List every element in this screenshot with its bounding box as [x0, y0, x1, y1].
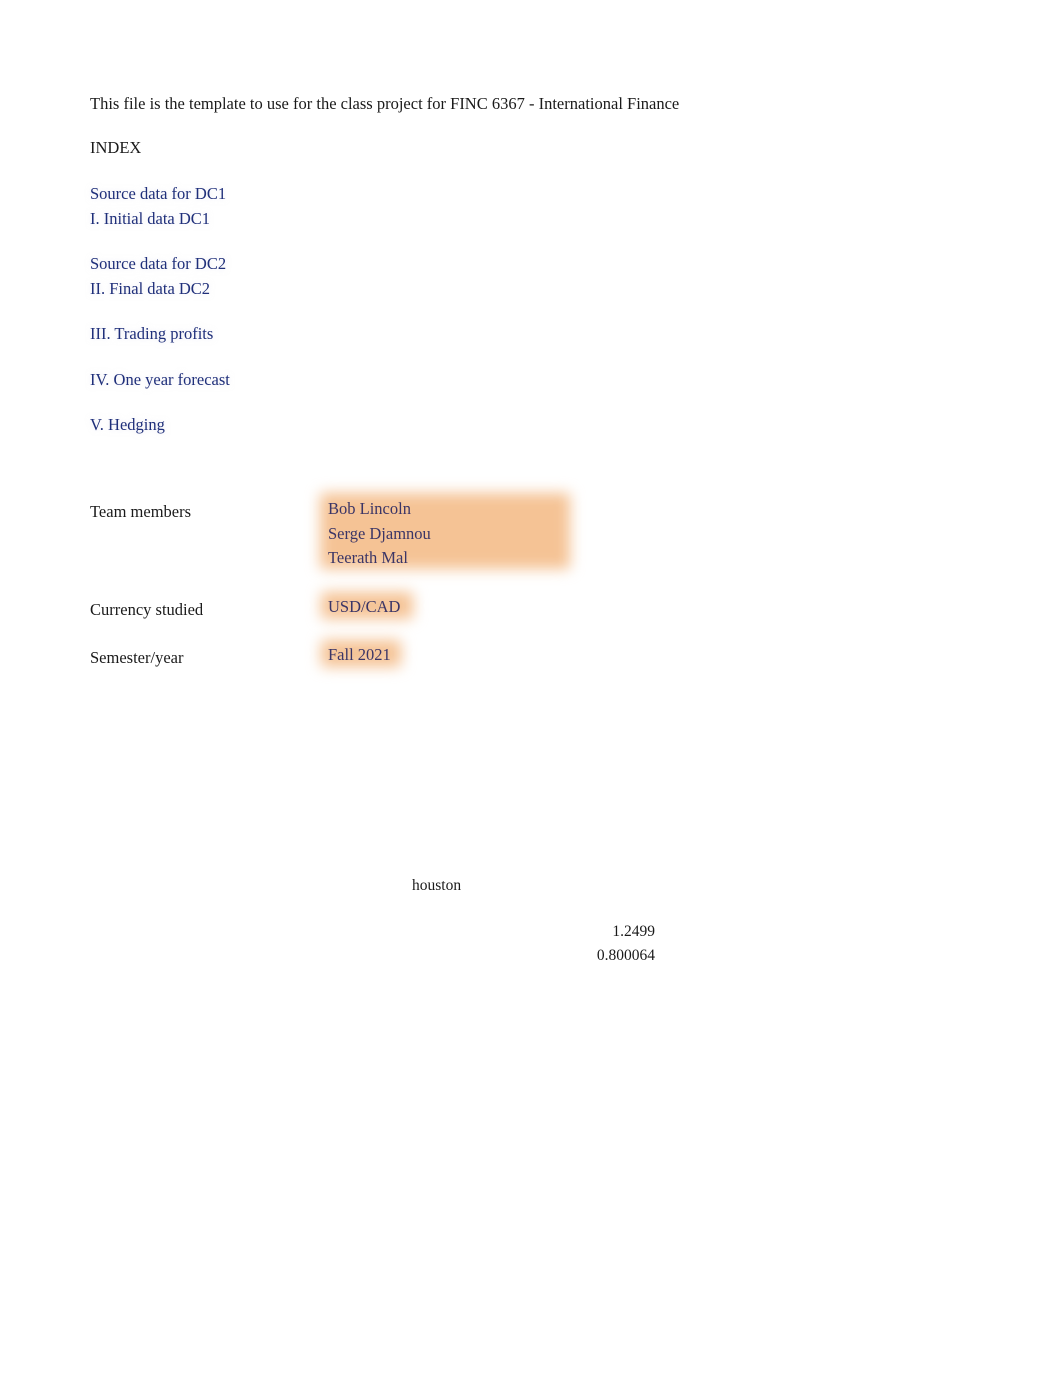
index-link-hedging[interactable]: V. Hedging: [90, 413, 165, 438]
index-link-source-data-dc2[interactable]: Source data for DC2: [90, 252, 226, 277]
team-member-name-3: Teerath Mal: [328, 548, 408, 567]
index-link-one-year-forecast[interactable]: IV. One year forecast: [90, 368, 230, 393]
index-group-trading-profits: III. Trading profits: [90, 322, 230, 347]
index-group-dc2: Source data for DC2 II. Final data DC2: [90, 252, 230, 301]
team-members-label: Team members: [90, 502, 192, 521]
semester-year-value: Fall 2021: [328, 645, 391, 664]
semester-year-label: Semester/year: [90, 648, 184, 667]
currency-studied-value: USD/CAD: [328, 597, 401, 616]
index-group-one-year-forecast: IV. One year forecast: [90, 368, 230, 393]
team-member-name-2: Serge Djamnou: [328, 523, 431, 543]
numeric-value-2: 0.800064: [596, 946, 655, 964]
index-group-dc1: Source data for DC1 I. Initial data DC1: [90, 182, 230, 231]
currency-studied-label: Currency studied: [90, 600, 204, 619]
currency-studied-value-block[interactable]: USD/CAD: [321, 592, 413, 620]
index-link-final-data-dc2[interactable]: II. Final data DC2: [90, 277, 210, 302]
document-page: This file is the template to use for the…: [0, 0, 1062, 1377]
semester-year-value-block[interactable]: Fall 2021: [321, 640, 401, 668]
document-header-line: This file is the template to use for the…: [90, 94, 680, 113]
location-note: houston: [412, 877, 462, 894]
index-heading: INDEX: [90, 138, 142, 157]
numeric-values-column: 1.2499 0.800064: [455, 920, 655, 967]
index-link-list: Source data for DC1 I. Initial data DC1 …: [90, 182, 230, 438]
numeric-value-1: 1.2499: [612, 923, 655, 940]
team-members-value-block[interactable]: Bob Lincoln Serge Djamnou Teerath Mal: [320, 493, 570, 571]
index-link-trading-profits[interactable]: III. Trading profits: [90, 322, 213, 347]
index-link-initial-data-dc1[interactable]: I. Initial data DC1: [90, 207, 210, 232]
index-group-hedging: V. Hedging: [90, 413, 230, 438]
index-link-source-data-dc1[interactable]: Source data for DC1: [90, 182, 226, 207]
team-member-name-1: Bob Lincoln: [328, 499, 411, 518]
